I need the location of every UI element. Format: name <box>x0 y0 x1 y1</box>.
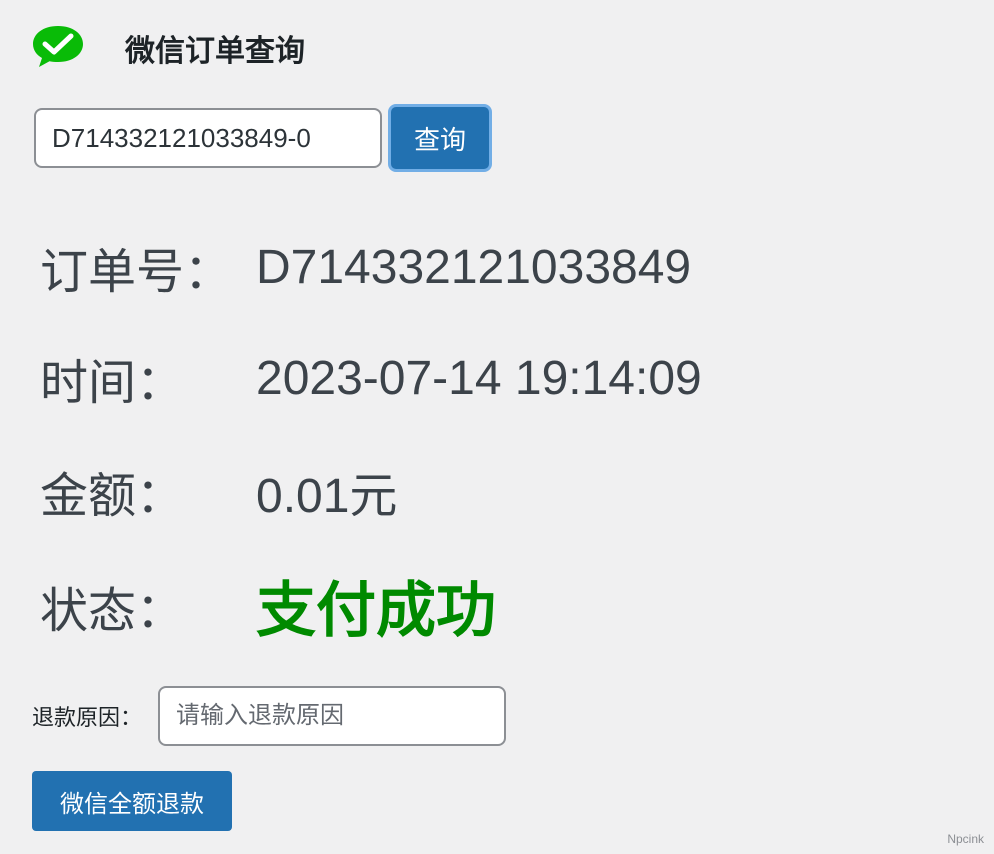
amount-value: 0.01元 <box>256 470 398 523</box>
refund-reason-input[interactable] <box>158 686 507 746</box>
search-bar: 查询 <box>34 104 492 172</box>
amount-label: 金额： <box>40 470 185 523</box>
status-value: 支付成功 <box>256 577 496 644</box>
amount-row: 金额： 0.01元 <box>40 456 397 526</box>
full-refund-button[interactable]: 微信全额退款 <box>32 771 232 831</box>
page-header: 微信订单查询 <box>30 22 305 70</box>
order-number-value: D714332121033849 <box>256 240 692 294</box>
refund-reason-row: 退款原因： <box>32 686 507 746</box>
wechat-pay-icon <box>33 26 83 67</box>
time-label: 时间： <box>40 357 185 410</box>
time-value: 2023-07-14 19:14:09 <box>256 351 702 405</box>
refund-reason-label: 退款原因： <box>32 705 143 730</box>
query-button[interactable]: 查询 <box>388 104 492 172</box>
page-title: 微信订单查询 <box>125 35 305 68</box>
watermark: Npcink <box>947 832 984 846</box>
order-number-input[interactable] <box>34 108 382 168</box>
order-number-row: 订单号： D714332121033849 <box>40 232 691 302</box>
status-row: 状态： 支付成功 <box>40 562 496 649</box>
time-row: 时间： 2023-07-14 19:14:09 <box>40 343 702 413</box>
order-number-label: 订单号： <box>40 246 233 299</box>
status-label: 状态： <box>40 584 185 638</box>
